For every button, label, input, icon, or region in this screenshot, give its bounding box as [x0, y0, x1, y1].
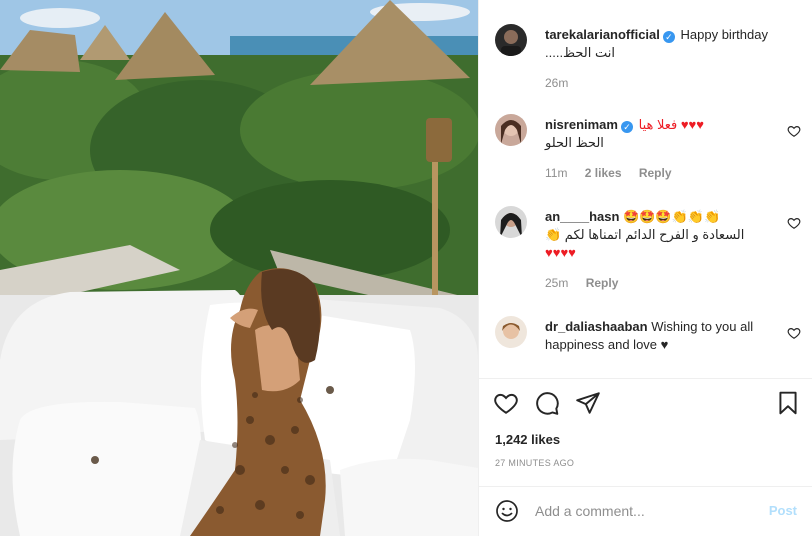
comment-username[interactable]: dr_daliashaaban: [545, 319, 648, 334]
caption-username[interactable]: tarekalarianofficial: [545, 27, 660, 42]
comment-composer: Post: [479, 486, 812, 536]
avatar-image: [495, 206, 527, 238]
comment-text-line2: happiness and love ♥: [545, 337, 669, 352]
avatar[interactable]: [495, 114, 527, 146]
comment-text: nisrenimam ✓ ♥♥♥ فعلا هيا الحظ الحلو: [545, 116, 777, 152]
comment-text-line1: 🤩🤩🤩👏👏👏: [623, 209, 721, 224]
like-comment-heart-icon[interactable]: [787, 326, 801, 340]
save-bookmark-icon[interactable]: [775, 390, 801, 416]
comment-input[interactable]: [535, 500, 755, 522]
comment-text-line1: Wishing to you all: [651, 319, 754, 334]
comment-text-line2: الحظ الحلو: [545, 135, 604, 150]
comment-time[interactable]: 11m: [545, 166, 567, 180]
post-image-illustration: [0, 0, 478, 536]
post-side-panel: tarekalarianofficial ✓ Happy birthday انت…: [478, 0, 812, 536]
reply-button[interactable]: Reply: [586, 276, 619, 290]
caption-text-ar: انت الحظ.....: [545, 45, 615, 60]
comment-bubble-icon[interactable]: [534, 390, 560, 416]
caption-meta: 26m: [545, 76, 582, 90]
avatar[interactable]: [495, 24, 527, 56]
comment-meta: 25m Reply: [545, 276, 632, 290]
share-paper-plane-icon[interactable]: [575, 390, 601, 416]
action-bar: [479, 380, 812, 426]
like-heart-icon[interactable]: [493, 390, 519, 416]
avatar-image: [495, 24, 527, 56]
avatar-image: [495, 114, 527, 146]
avatar[interactable]: [495, 206, 527, 238]
comment-time[interactable]: 25m: [545, 276, 568, 290]
comment-text-line1: ♥♥♥ فعلا هيا: [638, 117, 704, 132]
comments-list[interactable]: tarekalarianofficial ✓ Happy birthday انت…: [479, 0, 812, 378]
comment-username[interactable]: an____hasn: [545, 209, 619, 224]
emoji-smiley-icon[interactable]: [495, 499, 519, 523]
caption-text-en: Happy birthday: [680, 27, 768, 42]
comment-text: dr_daliashaaban Wishing to you all happi…: [545, 318, 777, 354]
comment-meta: 11m 2 likes Reply: [545, 166, 686, 180]
post-timestamp[interactable]: 27 MINUTES AGO: [495, 458, 574, 468]
verified-badge-icon: ✓: [620, 121, 633, 133]
comment-text: an____hasn 🤩🤩🤩👏👏👏 السعادة و الفرح الدائم…: [545, 208, 777, 262]
avatar-image: [495, 316, 527, 348]
post-image[interactable]: [0, 0, 478, 536]
comment-username[interactable]: nisrenimam: [545, 117, 618, 132]
like-comment-heart-icon[interactable]: [787, 216, 801, 230]
avatar[interactable]: [495, 316, 527, 348]
comment-likes[interactable]: 2 likes: [585, 166, 622, 180]
like-comment-heart-icon[interactable]: [787, 124, 801, 138]
caption-time[interactable]: 26m: [545, 76, 568, 90]
likes-count[interactable]: 1,242 likes: [495, 432, 560, 447]
comment-text-line3: ♥♥♥♥: [545, 245, 576, 260]
post-button[interactable]: Post: [769, 503, 797, 518]
verified-badge-icon: ✓: [662, 31, 675, 43]
caption-text: tarekalarianofficial ✓ Happy birthday انت…: [545, 26, 777, 62]
reply-button[interactable]: Reply: [639, 166, 672, 180]
divider: [479, 378, 812, 379]
comment-text-line2: السعادة و الفرح الدائم اتمناها لكم 👏: [545, 227, 745, 242]
